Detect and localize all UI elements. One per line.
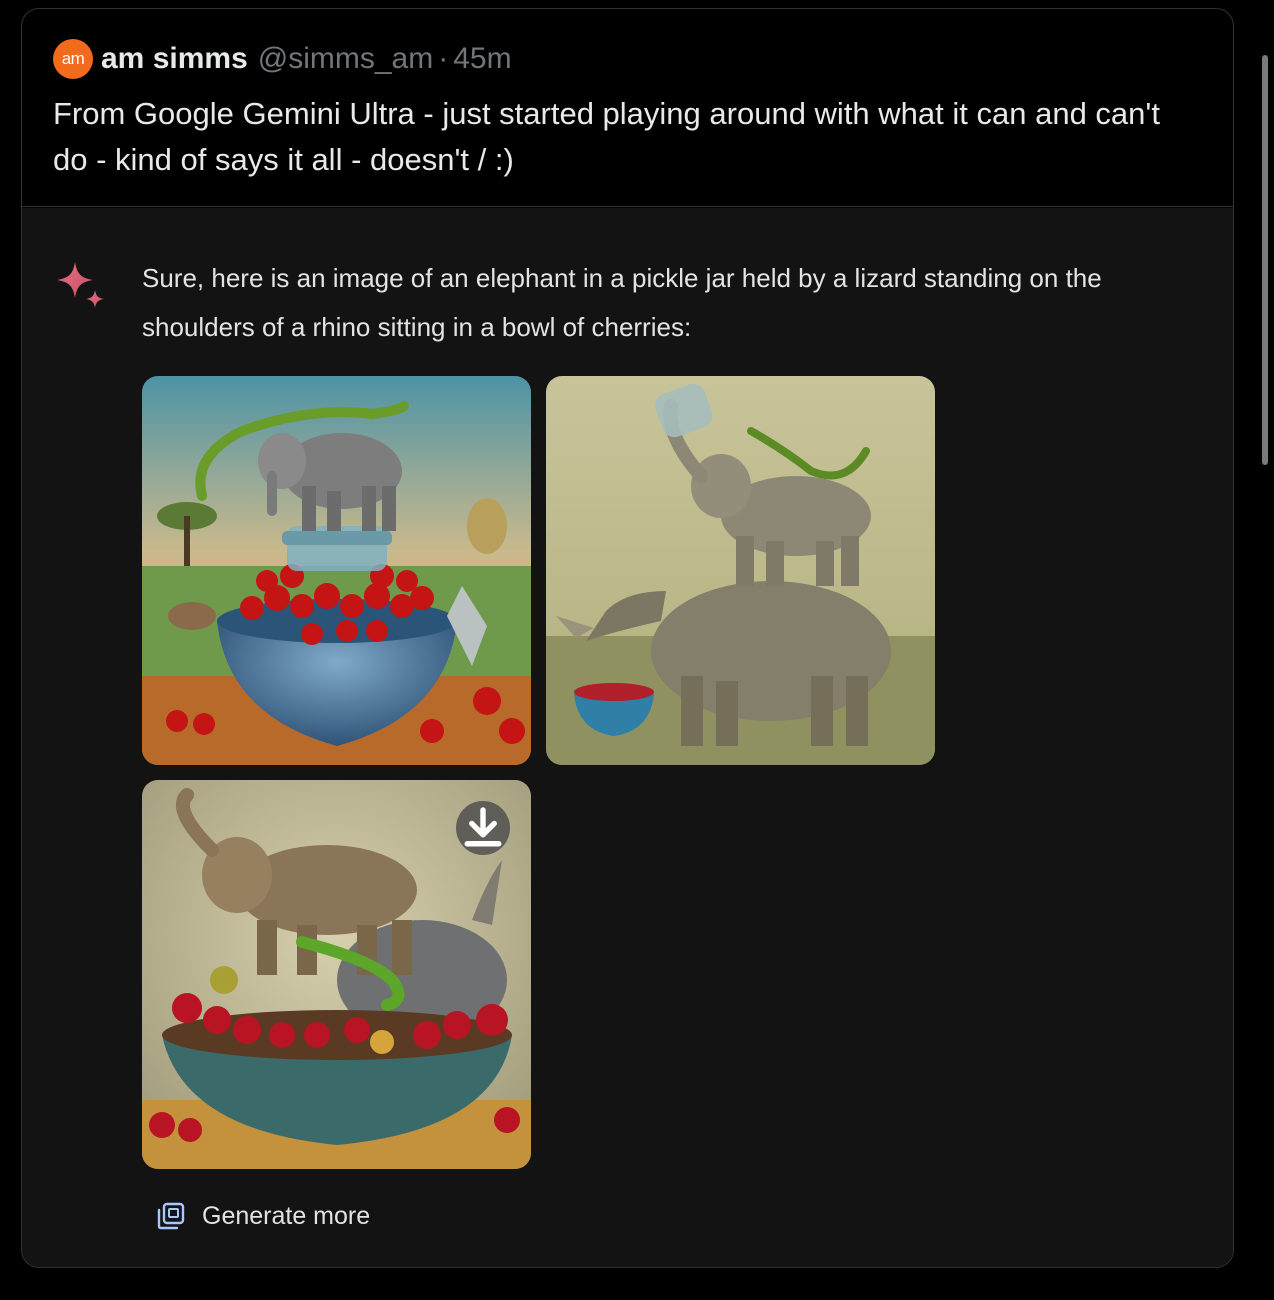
post-header: am am simms @simms_am · 45m From Google … (22, 9, 1233, 207)
image-stack-icon (157, 1202, 185, 1230)
generate-more-label: Generate more (202, 1201, 371, 1230)
generated-image-3[interactable] (142, 780, 531, 1169)
gemini-screenshot[interactable]: Sure, here is an image of an elephant in… (22, 208, 1233, 1267)
post-text: From Google Gemini Ultra - just started … (53, 96, 1160, 177)
author-name[interactable]: am simms (101, 42, 248, 76)
generated-image-2[interactable] (546, 376, 935, 765)
avatar[interactable]: am (53, 39, 93, 79)
scrollbar[interactable] (1262, 55, 1268, 465)
generated-image-1-art (142, 376, 531, 765)
download-icon (464, 807, 502, 847)
author-handle[interactable]: @simms_am (258, 42, 433, 76)
author-line: am am simms @simms_am · 45m (53, 39, 1202, 79)
generated-image-1[interactable] (142, 376, 531, 765)
gemini-response-text: Sure, here is an image of an elephant in… (142, 263, 1102, 342)
download-button[interactable] (456, 801, 510, 855)
post-time[interactable]: 45m (453, 42, 511, 76)
post-card[interactable]: am am simms @simms_am · 45m From Google … (21, 8, 1234, 1268)
separator-dot: · (438, 42, 449, 75)
generated-image-2-art (546, 376, 935, 765)
gemini-sparkle-icon (57, 262, 104, 308)
generate-more-button[interactable]: Generate more (156, 1198, 370, 1234)
